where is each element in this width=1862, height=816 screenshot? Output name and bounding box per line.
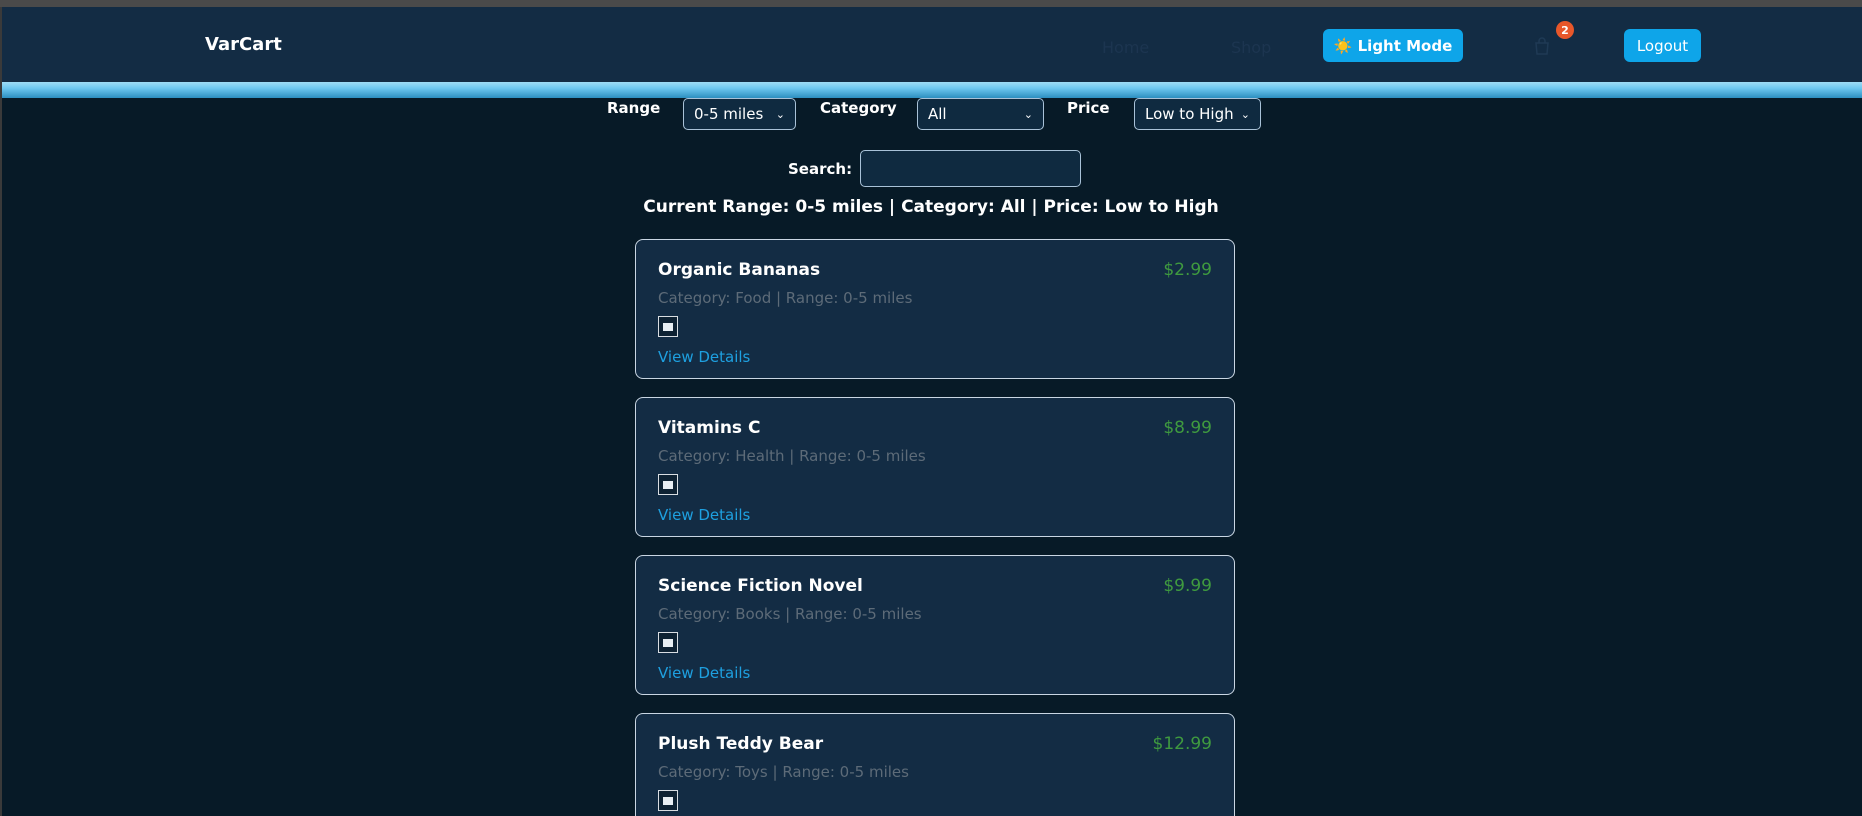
product-card: Organic Bananas $2.99 Category: Food | R… bbox=[635, 239, 1235, 379]
cart-icon[interactable] bbox=[1534, 37, 1550, 55]
category-select[interactable]: All ⌄ bbox=[917, 98, 1044, 130]
search-label: Search: bbox=[788, 160, 853, 178]
chevron-down-icon: ⌄ bbox=[775, 107, 785, 121]
product-meta: Category: Food | Range: 0-5 miles bbox=[658, 289, 913, 307]
product-card: Plush Teddy Bear $12.99 Category: Toys |… bbox=[635, 713, 1235, 816]
window-left-edge bbox=[0, 7, 2, 816]
light-mode-button[interactable]: ☀️ Light Mode bbox=[1323, 29, 1463, 62]
product-meta: Category: Toys | Range: 0-5 miles bbox=[658, 763, 909, 781]
broken-image-icon bbox=[658, 316, 678, 337]
brand-logo[interactable]: VarCart bbox=[205, 34, 282, 55]
search-input[interactable] bbox=[860, 150, 1081, 187]
view-details-link[interactable]: View Details bbox=[658, 506, 750, 524]
view-details-link[interactable]: View Details bbox=[658, 348, 750, 366]
range-select-value: 0-5 miles bbox=[694, 105, 764, 123]
product-name: Organic Bananas bbox=[658, 260, 821, 280]
nav-shop-link[interactable]: Shop bbox=[1231, 38, 1271, 57]
product-card: Vitamins C $8.99 Category: Health | Rang… bbox=[635, 397, 1235, 537]
nav-home-link[interactable]: Home bbox=[1102, 38, 1149, 57]
product-price: $9.99 bbox=[1163, 576, 1212, 596]
window-top-edge bbox=[0, 0, 1862, 7]
header-divider bbox=[2, 82, 1862, 98]
range-select[interactable]: 0-5 miles ⌄ bbox=[683, 98, 796, 130]
product-meta: Category: Books | Range: 0-5 miles bbox=[658, 605, 922, 623]
product-meta: Category: Health | Range: 0-5 miles bbox=[658, 447, 926, 465]
category-label: Category bbox=[820, 99, 897, 117]
chevron-down-icon: ⌄ bbox=[1240, 107, 1250, 121]
broken-image-icon bbox=[658, 790, 678, 811]
product-name: Vitamins C bbox=[658, 418, 761, 438]
price-select[interactable]: Low to High ⌄ bbox=[1134, 98, 1261, 130]
price-select-value: Low to High bbox=[1145, 105, 1234, 123]
view-details-link[interactable]: View Details bbox=[658, 664, 750, 682]
logout-button[interactable]: Logout bbox=[1624, 29, 1701, 62]
product-price: $8.99 bbox=[1163, 418, 1212, 438]
broken-image-icon bbox=[658, 632, 678, 653]
product-price: $12.99 bbox=[1152, 734, 1212, 754]
product-name: Plush Teddy Bear bbox=[658, 734, 824, 754]
product-name: Science Fiction Novel bbox=[658, 576, 863, 596]
product-card: Science Fiction Novel $9.99 Category: Bo… bbox=[635, 555, 1235, 695]
filter-summary: Current Range: 0-5 miles | Category: All… bbox=[643, 197, 1219, 217]
category-select-value: All bbox=[928, 105, 947, 123]
broken-image-icon bbox=[658, 474, 678, 495]
cart-count-badge: 2 bbox=[1556, 21, 1574, 39]
price-label: Price bbox=[1067, 99, 1110, 117]
navbar: VarCart Home Shop ☀️ Light Mode 2 Logout bbox=[2, 7, 1862, 82]
range-label: Range bbox=[607, 99, 661, 117]
chevron-down-icon: ⌄ bbox=[1023, 107, 1033, 121]
product-price: $2.99 bbox=[1163, 260, 1212, 280]
